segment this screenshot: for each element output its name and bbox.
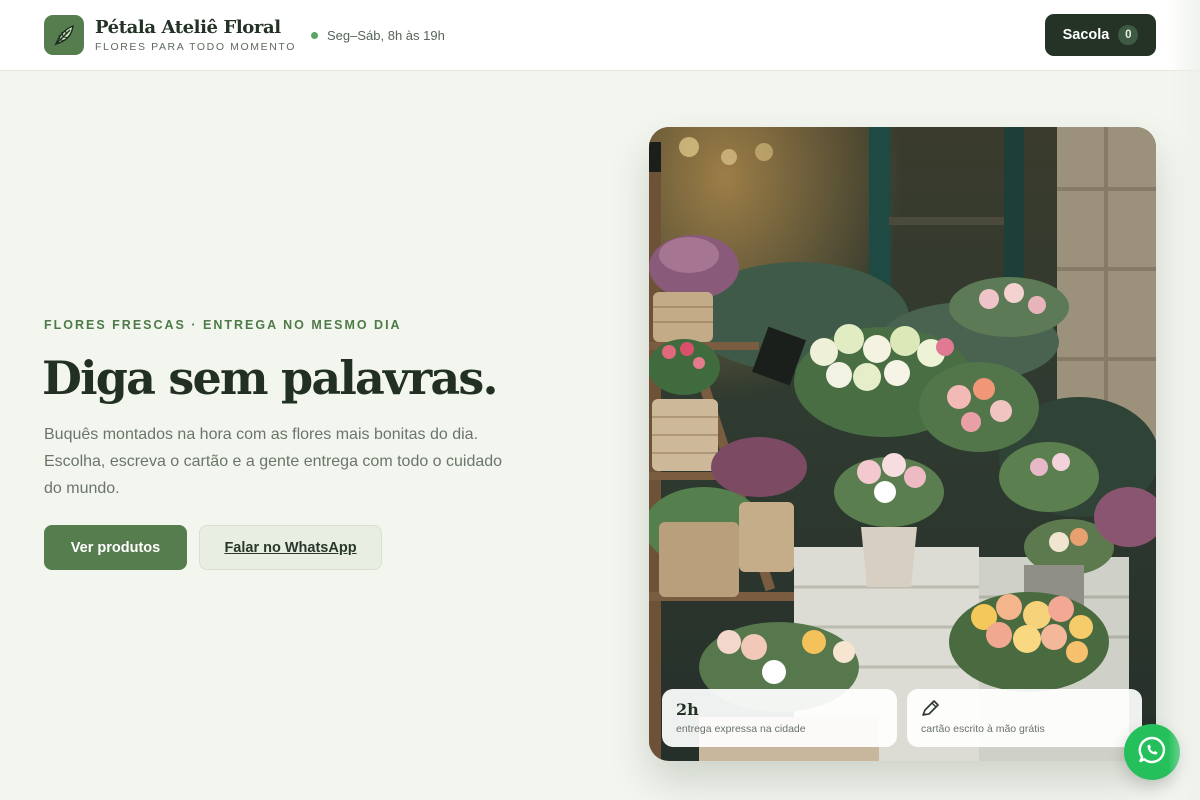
handwritten-card-info: cartão escrito à mão grátis	[907, 689, 1142, 747]
express-delivery-time: 2h	[676, 700, 699, 719]
pen-icon	[921, 699, 941, 722]
flower-shop-photo	[649, 127, 1156, 761]
hero-title: Diga sem palavras.	[42, 351, 499, 405]
hero-image	[649, 127, 1156, 761]
hero-eyebrow: FLORES FRESCAS · ENTREGA NO MESMO DIA	[44, 318, 402, 332]
site-header: Pétala Ateliê Floral FLORES PARA TODO MO…	[0, 0, 1200, 71]
bag-count-badge: 0	[1118, 25, 1139, 45]
bag-label: Sacola	[1062, 27, 1110, 43]
whatsapp-icon	[1137, 735, 1167, 770]
whatsapp-chat-button[interactable]: Falar no WhatsApp	[199, 525, 382, 570]
brand-text: Pétala Ateliê Floral FLORES PARA TODO MO…	[95, 17, 296, 53]
brand-tagline: FLORES PARA TODO MOMENTO	[95, 41, 296, 53]
handwritten-card-text: cartão escrito à mão grátis	[921, 723, 1045, 735]
express-delivery-text: entrega expressa na cidade	[676, 723, 806, 735]
brand-name: Pétala Ateliê Floral	[95, 17, 281, 38]
opening-hours: Seg–Sáb, 8h às 19h	[311, 28, 445, 43]
view-products-button[interactable]: Ver produtos	[44, 525, 187, 570]
bag-button[interactable]: Sacola 0	[1045, 14, 1156, 56]
leaf-icon	[44, 15, 84, 55]
page-edge-shadow	[1168, 0, 1200, 800]
express-delivery-card: 2h entrega expressa na cidade	[662, 689, 897, 747]
opening-hours-text: Seg–Sáb, 8h às 19h	[327, 28, 445, 43]
whatsapp-float-button[interactable]	[1124, 724, 1180, 780]
status-dot	[311, 32, 318, 39]
brand[interactable]: Pétala Ateliê Floral FLORES PARA TODO MO…	[44, 15, 296, 55]
hero-description: Buquês montados na hora com as flores ma…	[44, 426, 503, 497]
